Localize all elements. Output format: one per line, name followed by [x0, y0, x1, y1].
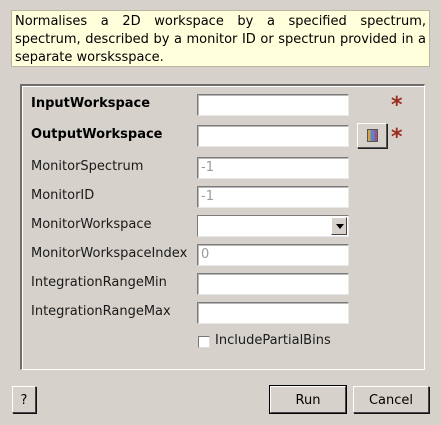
- output-workspace-field[interactable]: [197, 125, 349, 147]
- integration-range-max-label: IntegrationRangeMax: [31, 304, 171, 319]
- input-workspace-label: InputWorkspace: [31, 96, 151, 111]
- cancel-button[interactable]: Cancel: [353, 386, 429, 413]
- monitor-workspace-index-label: MonitorWorkspaceIndex: [31, 246, 188, 261]
- input-workspace-field[interactable]: [197, 94, 349, 116]
- required-star-icon: *: [391, 93, 403, 118]
- required-star-icon: *: [391, 125, 403, 150]
- integration-range-min-field[interactable]: [197, 273, 349, 295]
- help-button[interactable]: ?: [12, 386, 36, 413]
- browse-output-button[interactable]: [357, 123, 387, 148]
- monitor-id-label: MonitorID: [31, 188, 95, 203]
- workspace-browse-icon: [367, 129, 378, 142]
- monitor-id-field[interactable]: -1: [197, 186, 349, 208]
- integration-range-min-label: IntegrationRangeMin: [31, 275, 167, 290]
- monitor-spectrum-field[interactable]: -1: [197, 157, 349, 179]
- integration-range-max-field[interactable]: [197, 302, 349, 324]
- include-partial-bins-checkbox[interactable]: [198, 336, 210, 348]
- monitor-workspace-index-field[interactable]: 0: [197, 244, 349, 266]
- output-workspace-label: OutputWorkspace: [31, 127, 163, 142]
- monitor-workspace-select[interactable]: [197, 215, 349, 237]
- algorithm-description: Normalises a 2D workspace by a specified…: [11, 10, 430, 67]
- monitor-spectrum-label: MonitorSpectrum: [31, 159, 144, 174]
- run-button[interactable]: Run: [269, 385, 347, 414]
- include-partial-bins-label[interactable]: IncludePartialBins: [215, 333, 331, 348]
- chevron-down-icon[interactable]: [331, 217, 347, 235]
- monitor-workspace-label: MonitorWorkspace: [31, 217, 152, 232]
